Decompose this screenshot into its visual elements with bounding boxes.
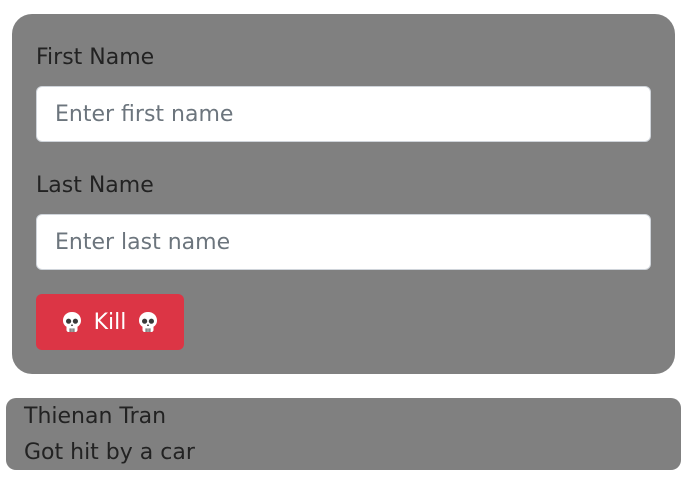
kill-button-label: Kill [93,309,127,335]
cause-of-death: Got hit by a car [24,440,195,465]
skull-icon [62,312,81,332]
first-name-label: First Name [36,45,155,70]
victim-name: Thienan Tran [24,404,167,429]
skull-icon [139,312,158,332]
last-name-input[interactable] [36,214,651,270]
victim-card: Thienan Tran Got hit by a car [6,398,681,470]
first-name-input[interactable] [36,86,651,142]
kill-form: First Name Last Name Kill [12,14,675,374]
last-name-label: Last Name [36,173,154,198]
kill-button[interactable]: Kill [36,294,184,350]
